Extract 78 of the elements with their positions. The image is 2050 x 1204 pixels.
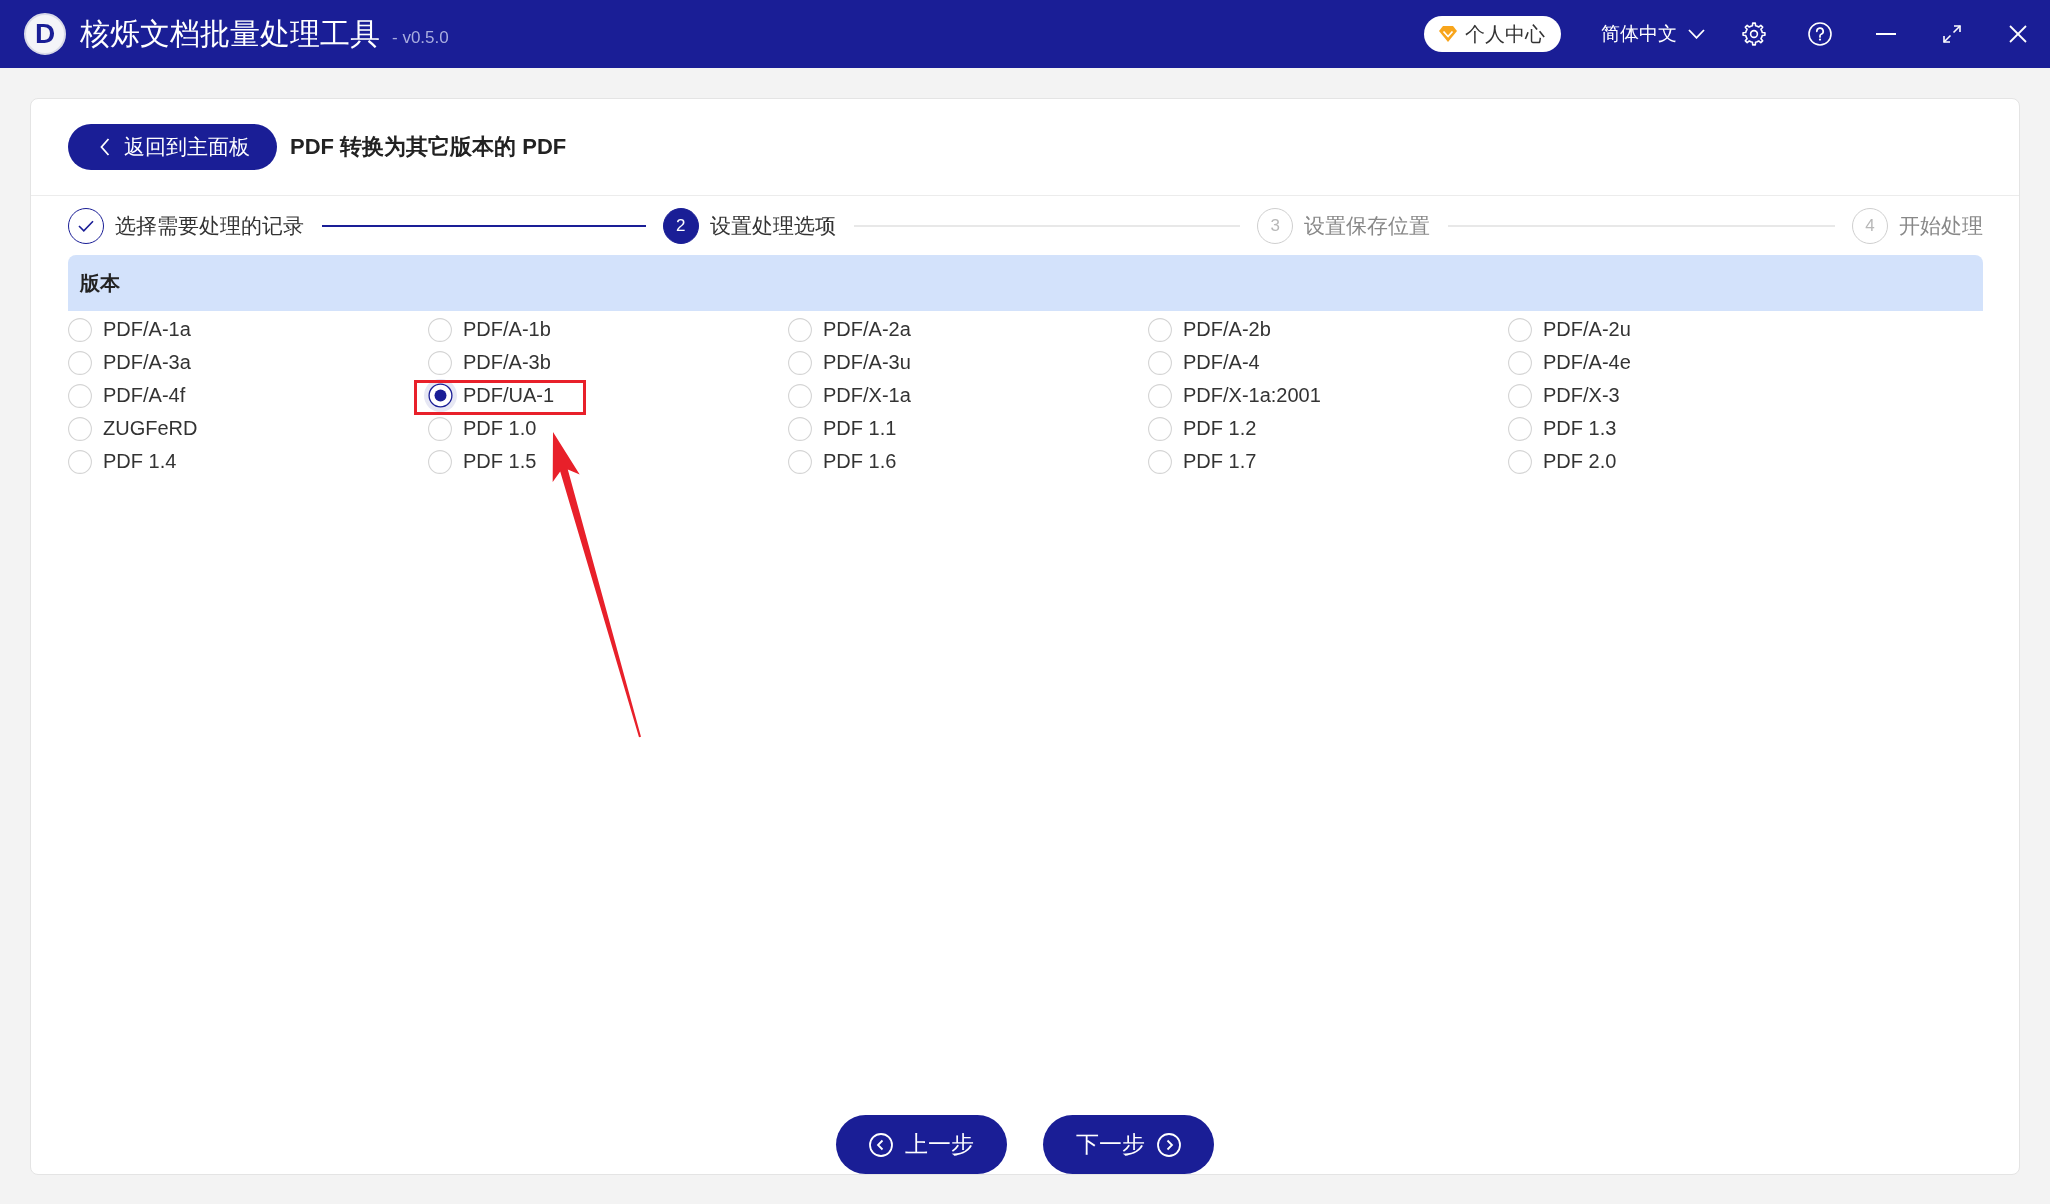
version-option[interactable]: PDF/A-2a bbox=[788, 317, 911, 342]
app-title: 核烁文档批量处理工具 bbox=[80, 15, 380, 52]
minimize-icon[interactable] bbox=[1876, 33, 1896, 35]
chevron-down-icon bbox=[1688, 29, 1705, 39]
step-indicator: 4 bbox=[1852, 208, 1888, 244]
version-option[interactable]: PDF/A-2u bbox=[1508, 317, 1631, 342]
version-option[interactable]: PDF/A-1b bbox=[428, 317, 551, 342]
radio-button[interactable] bbox=[423, 379, 457, 412]
version-option[interactable]: PDF 1.1 bbox=[788, 416, 897, 441]
diamond-icon bbox=[1438, 25, 1458, 43]
version-option[interactable]: PDF/X-3 bbox=[1508, 383, 1620, 408]
version-option[interactable]: PDF 1.2 bbox=[1148, 416, 1257, 441]
radio-button[interactable] bbox=[428, 350, 452, 375]
radio-button[interactable] bbox=[1508, 317, 1532, 342]
version-option[interactable]: PDF 1.3 bbox=[1508, 416, 1617, 441]
version-option[interactable]: PDF/UA-1 bbox=[428, 383, 555, 408]
step-indicator: 2 bbox=[662, 208, 699, 244]
version-option[interactable]: PDF/X-1a:2001 bbox=[1148, 383, 1321, 408]
version-option[interactable]: PDF/A-4f bbox=[68, 383, 186, 408]
section-header: 版本 bbox=[68, 255, 1983, 311]
version-option[interactable]: PDF/A-3b bbox=[428, 350, 551, 375]
radio-button[interactable] bbox=[1148, 449, 1172, 474]
language-dropdown[interactable]: 简体中文 bbox=[1601, 21, 1705, 47]
next-button[interactable]: 下一步 bbox=[1043, 1115, 1214, 1174]
maximize-icon[interactable] bbox=[1943, 25, 1961, 43]
version-option[interactable]: PDF 1.0 bbox=[428, 416, 537, 441]
radio-button[interactable] bbox=[1508, 350, 1532, 375]
chevron-left-icon bbox=[99, 138, 110, 156]
radio-button[interactable] bbox=[68, 350, 92, 375]
step-label: 设置保存位置 bbox=[1304, 213, 1431, 239]
version-option[interactable]: PDF/A-4e bbox=[1508, 350, 1631, 375]
check-icon bbox=[78, 220, 94, 232]
app-logo: D bbox=[24, 13, 66, 55]
step-indicator: 3 bbox=[1257, 208, 1294, 244]
radio-button[interactable] bbox=[428, 416, 452, 441]
radio-button[interactable] bbox=[1508, 383, 1532, 408]
close-icon[interactable] bbox=[2008, 25, 2027, 43]
radio-button[interactable] bbox=[428, 317, 452, 342]
settings-icon[interactable] bbox=[1742, 22, 1766, 46]
chevron-left-circle-icon bbox=[869, 1132, 893, 1157]
radio-button[interactable] bbox=[788, 449, 812, 474]
version-option[interactable]: PDF/A-3u bbox=[788, 350, 911, 375]
radio-button[interactable] bbox=[1148, 317, 1172, 342]
radio-button[interactable] bbox=[788, 317, 812, 342]
chevron-right-circle-icon bbox=[1157, 1132, 1181, 1157]
version-option[interactable]: PDF 1.6 bbox=[788, 449, 897, 474]
radio-button[interactable] bbox=[68, 449, 92, 474]
radio-button[interactable] bbox=[428, 449, 452, 474]
radio-button[interactable] bbox=[788, 350, 812, 375]
step-label: 开始处理 bbox=[1899, 213, 1983, 239]
version-option[interactable]: PDF/X-1a bbox=[788, 383, 911, 408]
step-label: 设置处理选项 bbox=[709, 213, 836, 239]
back-button[interactable]: 返回到主面板 bbox=[68, 124, 277, 170]
radio-button[interactable] bbox=[68, 416, 92, 441]
version-option[interactable]: PDF/A-3a bbox=[68, 350, 191, 375]
version-option[interactable]: PDF 1.7 bbox=[1148, 449, 1257, 474]
help-icon[interactable] bbox=[1808, 22, 1832, 46]
radio-button[interactable] bbox=[1148, 416, 1172, 441]
version-option[interactable]: ZUGFeRD bbox=[68, 416, 198, 441]
radio-button[interactable] bbox=[68, 383, 92, 408]
version-option[interactable]: PDF 1.4 bbox=[68, 449, 177, 474]
version-option[interactable]: PDF/A-1a bbox=[68, 317, 191, 342]
radio-button[interactable] bbox=[1148, 383, 1172, 408]
radio-button[interactable] bbox=[68, 317, 92, 342]
account-button[interactable]: 个人中心 bbox=[1424, 16, 1561, 52]
radio-button[interactable] bbox=[1508, 449, 1532, 474]
app-version: - v0.5.0 bbox=[392, 28, 449, 48]
page-title: PDF 转换为其它版本的 PDF bbox=[290, 133, 567, 161]
version-option[interactable]: PDF 1.5 bbox=[428, 449, 537, 474]
version-option[interactable]: PDF 2.0 bbox=[1508, 449, 1617, 474]
radio-button[interactable] bbox=[788, 383, 812, 408]
radio-button[interactable] bbox=[1148, 350, 1172, 375]
version-option[interactable]: PDF/A-4 bbox=[1148, 350, 1260, 375]
radio-button[interactable] bbox=[1508, 416, 1532, 441]
version-option[interactable]: PDF/A-2b bbox=[1148, 317, 1271, 342]
step-label: 选择需要处理的记录 bbox=[115, 213, 304, 239]
previous-button[interactable]: 上一步 bbox=[836, 1115, 1007, 1174]
radio-button[interactable] bbox=[788, 416, 812, 441]
